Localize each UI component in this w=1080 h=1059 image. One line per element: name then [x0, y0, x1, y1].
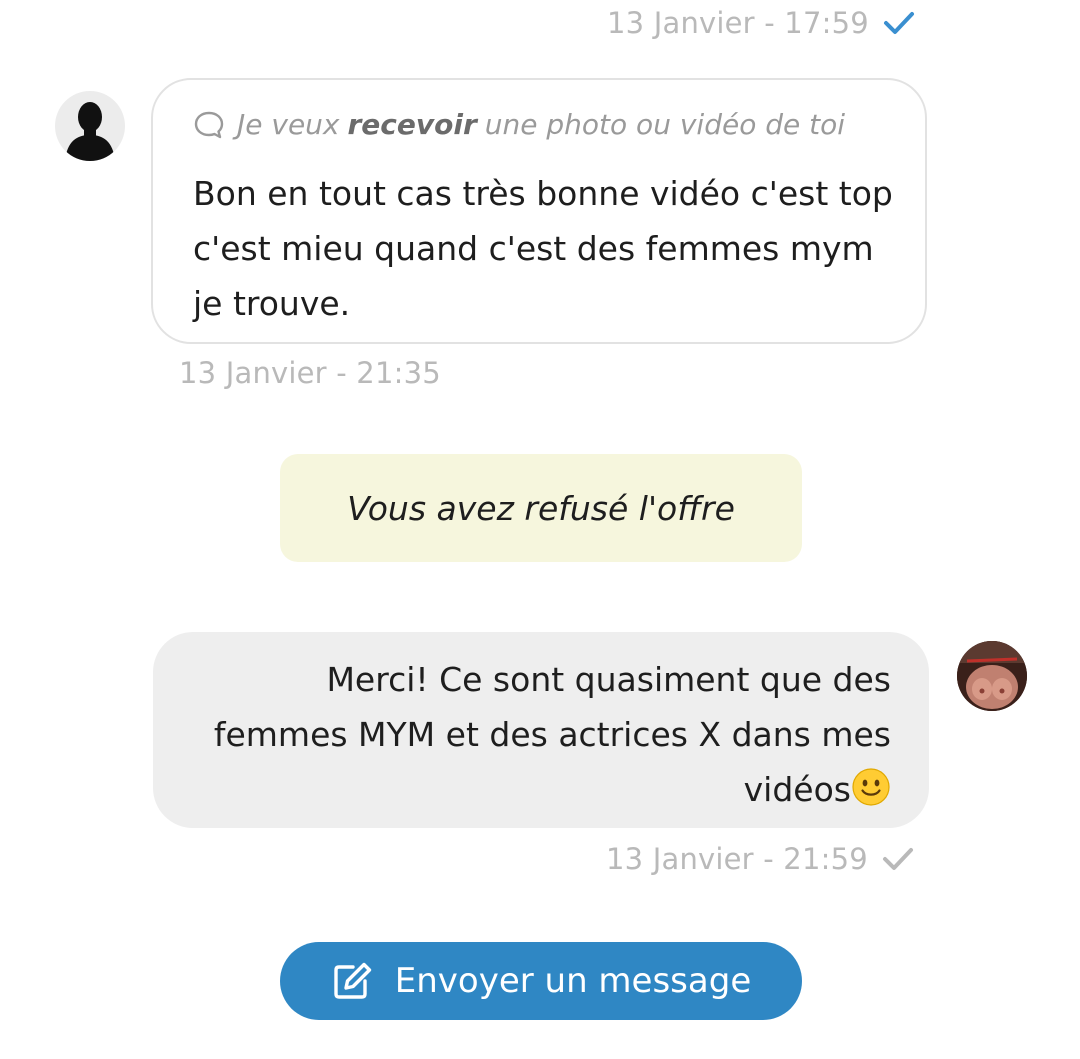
- quote-suffix: une photo ou vidéo de toi: [484, 108, 846, 141]
- quote-bold: recevoir: [347, 108, 477, 141]
- outgoing-message-bubble: Merci! Ce sont quasiment que des femmes …: [153, 632, 929, 828]
- speech-bubble-icon: [194, 111, 224, 138]
- read-check-icon: [883, 12, 914, 34]
- outgoing-message-text: Merci! Ce sont quasiment que des femmes …: [213, 660, 891, 809]
- sender-avatar[interactable]: [55, 91, 125, 161]
- own-avatar[interactable]: [957, 641, 1027, 711]
- offer-refused-notice: Vous avez refusé l'offre: [280, 454, 802, 562]
- incoming-timestamp: 13 Janvier - 21:35: [179, 356, 441, 390]
- outgoing-timestamp-row: 13 Janvier - 21:59: [606, 842, 914, 876]
- profile-photo-image: [957, 641, 1027, 711]
- incoming-message-text: Bon en tout cas très bonne vidéo c'est t…: [193, 174, 893, 323]
- incoming-message-bubble: Je veux recevoir une photo ou vidéo de t…: [151, 78, 927, 344]
- outgoing-message-content: Merci! Ce sont quasiment que des femmes …: [191, 652, 891, 817]
- send-message-label: Envoyer un message: [394, 961, 752, 1001]
- timestamp-text: 13 Janvier - 17:59: [607, 6, 869, 40]
- message-timestamp: 13 Janvier - 17:59: [607, 6, 915, 40]
- chat-thread: 13 Janvier - 17:59 Je veux recevoir une …: [0, 0, 1080, 1059]
- slightly-smiling-face-icon: [852, 768, 890, 806]
- send-message-button[interactable]: Envoyer un message: [280, 942, 802, 1020]
- default-user-icon: [65, 102, 115, 161]
- sent-check-icon: [882, 848, 913, 870]
- timestamp-text: 13 Janvier - 21:59: [606, 842, 868, 876]
- edit-icon: [334, 962, 371, 999]
- quoted-request: Je veux recevoir une photo ou vidéo de t…: [193, 108, 845, 141]
- quote-prefix: Je veux: [237, 108, 340, 141]
